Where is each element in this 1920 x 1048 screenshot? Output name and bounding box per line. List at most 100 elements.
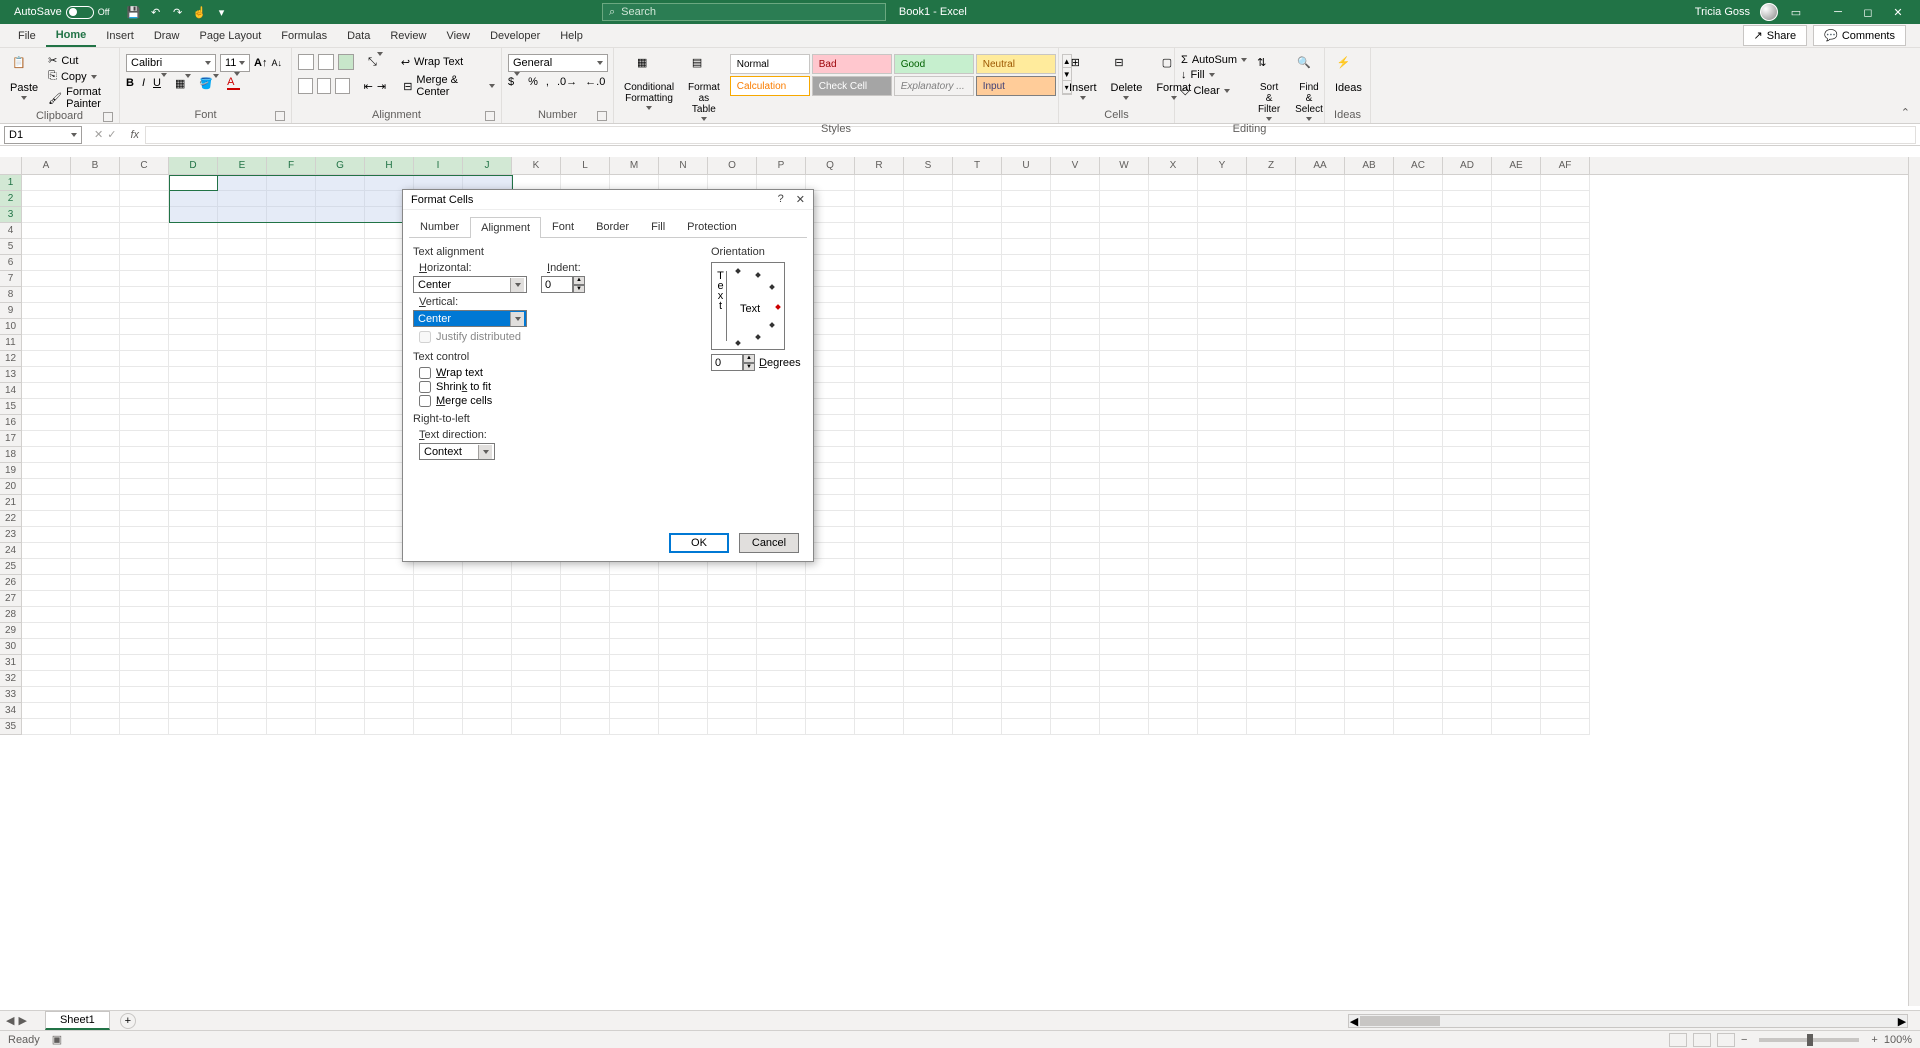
cell[interactable] (1345, 447, 1394, 463)
delete-cells-button[interactable]: ⊟Delete (1107, 54, 1147, 102)
row-header-16[interactable]: 16 (0, 415, 22, 431)
cell[interactable] (22, 431, 71, 447)
cell[interactable] (120, 527, 169, 543)
column-header-Z[interactable]: Z (1247, 157, 1296, 174)
cell[interactable] (806, 591, 855, 607)
close-button[interactable]: ✕ (1884, 3, 1912, 21)
row-header-6[interactable]: 6 (0, 255, 22, 271)
cell[interactable] (1541, 479, 1590, 495)
cell[interactable] (120, 671, 169, 687)
cell[interactable] (855, 639, 904, 655)
cell[interactable] (1051, 415, 1100, 431)
cell[interactable] (610, 591, 659, 607)
column-header-J[interactable]: J (463, 157, 512, 174)
cell[interactable] (169, 703, 218, 719)
cell[interactable] (1541, 255, 1590, 271)
cell[interactable] (855, 287, 904, 303)
cell[interactable] (1198, 335, 1247, 351)
cell[interactable] (855, 303, 904, 319)
cell[interactable] (1492, 527, 1541, 543)
cell[interactable] (1541, 431, 1590, 447)
cell[interactable] (953, 415, 1002, 431)
column-header-P[interactable]: P (757, 157, 806, 174)
cell[interactable] (120, 287, 169, 303)
cell[interactable] (904, 607, 953, 623)
cell[interactable] (71, 719, 120, 735)
cell[interactable] (1198, 703, 1247, 719)
cell[interactable] (1247, 287, 1296, 303)
cell[interactable] (316, 383, 365, 399)
cell[interactable] (953, 703, 1002, 719)
cell[interactable] (120, 687, 169, 703)
column-header-K[interactable]: K (512, 157, 561, 174)
cell[interactable] (1394, 543, 1443, 559)
cell[interactable] (169, 399, 218, 415)
cell[interactable] (855, 479, 904, 495)
cell[interactable] (218, 703, 267, 719)
cell[interactable] (1345, 639, 1394, 655)
tab-draw[interactable]: Draw (144, 26, 190, 46)
cell[interactable] (463, 591, 512, 607)
column-header-E[interactable]: E (218, 157, 267, 174)
cell[interactable] (904, 623, 953, 639)
cell[interactable] (316, 479, 365, 495)
style-normal[interactable]: Normal (730, 54, 810, 74)
cell[interactable] (1247, 207, 1296, 223)
cell[interactable] (904, 575, 953, 591)
cell[interactable] (120, 367, 169, 383)
cell[interactable] (71, 367, 120, 383)
cell[interactable] (71, 223, 120, 239)
cell[interactable] (1394, 655, 1443, 671)
style-bad[interactable]: Bad (812, 54, 892, 74)
cell[interactable] (1492, 383, 1541, 399)
column-header-Y[interactable]: Y (1198, 157, 1247, 174)
cell[interactable] (120, 543, 169, 559)
cell[interactable] (1149, 383, 1198, 399)
cell[interactable] (1051, 223, 1100, 239)
cell[interactable] (316, 399, 365, 415)
row-header-34[interactable]: 34 (0, 703, 22, 719)
cell[interactable] (1541, 383, 1590, 399)
cell[interactable] (1198, 575, 1247, 591)
row-header-30[interactable]: 30 (0, 639, 22, 655)
cell[interactable] (1296, 239, 1345, 255)
cell[interactable] (169, 671, 218, 687)
text-direction-combo[interactable]: Context (419, 443, 495, 460)
cell[interactable] (1345, 607, 1394, 623)
cell[interactable] (1198, 399, 1247, 415)
autosave-toggle[interactable]: AutoSave Off (8, 6, 116, 19)
cell[interactable] (708, 671, 757, 687)
tab-formulas[interactable]: Formulas (271, 26, 337, 46)
cell[interactable] (1002, 207, 1051, 223)
cell[interactable] (855, 415, 904, 431)
dlg-tab-number[interactable]: Number (409, 216, 470, 237)
cell[interactable] (1345, 223, 1394, 239)
fill-color-button[interactable]: 🪣 (199, 77, 219, 90)
cell[interactable] (267, 415, 316, 431)
cell[interactable] (1345, 719, 1394, 735)
cell[interactable] (1002, 655, 1051, 671)
cell[interactable] (1002, 319, 1051, 335)
cell[interactable] (169, 511, 218, 527)
cell[interactable] (855, 383, 904, 399)
cell[interactable] (855, 367, 904, 383)
cell[interactable] (1100, 607, 1149, 623)
clear-button[interactable]: ◇Clear (1181, 84, 1247, 97)
cell[interactable] (757, 671, 806, 687)
cell[interactable] (218, 511, 267, 527)
cell[interactable] (1492, 719, 1541, 735)
cell[interactable] (1247, 191, 1296, 207)
cell[interactable] (1443, 543, 1492, 559)
cell[interactable] (1296, 367, 1345, 383)
cell[interactable] (1345, 591, 1394, 607)
cell[interactable] (1296, 431, 1345, 447)
cell[interactable] (1443, 495, 1492, 511)
cell[interactable] (904, 223, 953, 239)
cell[interactable] (953, 655, 1002, 671)
cell[interactable] (71, 383, 120, 399)
cell[interactable] (365, 591, 414, 607)
cell[interactable] (120, 479, 169, 495)
cell[interactable] (1002, 687, 1051, 703)
cell[interactable] (218, 287, 267, 303)
cell[interactable] (1002, 399, 1051, 415)
